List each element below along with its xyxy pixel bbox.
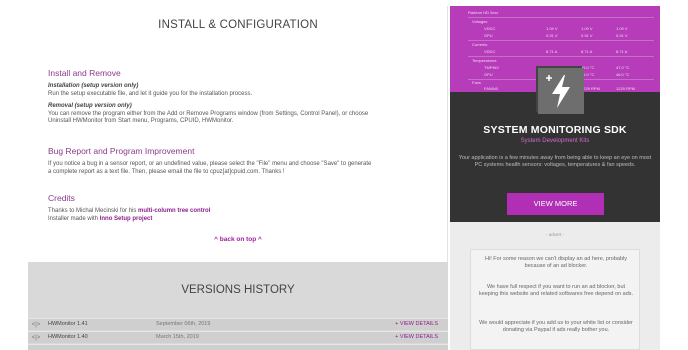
- install-remove-heading: Install and Remove: [48, 68, 121, 78]
- credits-line1-prefix: Thanks to Michal Mecinski for his: [48, 208, 139, 214]
- version-name: HWMonitor 1.41: [48, 321, 88, 327]
- removal-text-1: You can remove the program either from t…: [48, 110, 369, 117]
- main-column: INSTALL & CONFIGURATION Install and Remo…: [28, 6, 448, 350]
- view-more-button[interactable]: VIEW MORE: [507, 193, 604, 215]
- installation-label: Installation (setup version only): [48, 83, 139, 89]
- bug-report-heading: Bug Report and Program Improvement: [48, 146, 195, 156]
- code-icon: <|>: [31, 322, 41, 328]
- versions-history-section: VERSIONS HISTORY <|> HWMonitor 1.41 Sept…: [28, 262, 448, 350]
- install-configuration-section: INSTALL & CONFIGURATION Install and Remo…: [28, 6, 448, 262]
- bug-report-text-2: a complete report as a text file. Then, …: [48, 168, 285, 175]
- view-details-link[interactable]: + VIEW DETAILS: [395, 334, 438, 340]
- adblock-notice-p1: Hi! For some reason we can't display an …: [485, 256, 627, 269]
- credits-line2-prefix: Installer made with: [48, 215, 100, 222]
- sensor-row: VDDC 8.71 A 8.71 A 8.71 A: [484, 49, 628, 54]
- version-row-partial: [28, 344, 448, 350]
- page-frame: INSTALL & CONFIGURATION Install and Remo…: [0, 0, 688, 350]
- installation-block: Installation (setup version only) Run th…: [48, 83, 443, 98]
- adblock-notice-p2: We have full respect if you want to run …: [478, 284, 634, 297]
- version-row[interactable]: <|> HWMonitor 1.41 September 06th, 2019 …: [28, 318, 448, 330]
- version-date: March 15th, 2019: [156, 334, 199, 340]
- versions-title: VERSIONS HISTORY: [181, 284, 295, 296]
- bug-report-block: If you notice a bug in a sensor report, …: [48, 161, 443, 176]
- sensor-row: GPU 0.91 V 0.91 V 0.91 V: [484, 33, 628, 38]
- sdk-subtitle: System Development Kits: [520, 138, 590, 144]
- sensor-row: Radeon HD 3xxx: [468, 10, 499, 15]
- sdk-promo: SYSTEM MONITORING SDK System Development…: [450, 66, 660, 222]
- bug-report-text-1: If you notice a bug in a sensor report, …: [48, 161, 372, 167]
- back-to-top-link[interactable]: ^ back on top ^: [28, 236, 448, 243]
- version-name: HWMonitor 1.40: [48, 334, 88, 340]
- version-date: September 06th, 2019: [156, 321, 211, 327]
- install-title: INSTALL & CONFIGURATION: [158, 19, 318, 31]
- lightning-icon: [536, 66, 584, 114]
- view-details-link[interactable]: + VIEW DETAILS: [395, 321, 438, 327]
- advert-section: - advert - Hi! For some reason we can't …: [450, 222, 660, 350]
- sdk-description: Your application is a few minutes away f…: [458, 155, 652, 168]
- multi-column-tree-control-link[interactable]: multi-column tree control: [138, 208, 210, 214]
- advert-label: - advert -: [545, 232, 564, 237]
- sensor-row: Currents: [472, 42, 488, 47]
- removal-label: Removal (setup version only): [48, 103, 132, 109]
- sdk-title: SYSTEM MONITORING SDK: [483, 124, 627, 136]
- inno-setup-link[interactable]: Inno Setup project: [100, 216, 153, 222]
- code-icon: <|>: [31, 335, 41, 341]
- removal-block: Removal (setup version only) You can rem…: [48, 103, 443, 126]
- removal-text-2: Uninstall HWMonitor from Start menu, Pro…: [48, 118, 234, 125]
- credits-heading: Credits: [48, 193, 75, 203]
- adblock-notice: Hi! For some reason we can't display an …: [470, 249, 640, 350]
- credits-block: Thanks to Michal Mecinski for his multi-…: [48, 208, 443, 223]
- installation-text: Run the setup executable file, and let i…: [48, 90, 253, 97]
- sensor-row: VDDC 1.09 V 1.09 V 1.09 V: [484, 26, 628, 31]
- version-row[interactable]: <|> HWMonitor 1.40 March 15th, 2019 + VI…: [28, 331, 448, 343]
- sensor-row: Temperatures: [472, 58, 497, 63]
- sidebar: Radeon HD 3xxx Voltages VDDC 1.09 V 1.09…: [450, 6, 660, 350]
- adblock-notice-p3: We would appreciate if you add us to you…: [479, 320, 633, 333]
- sensor-row: Voltages: [472, 19, 488, 24]
